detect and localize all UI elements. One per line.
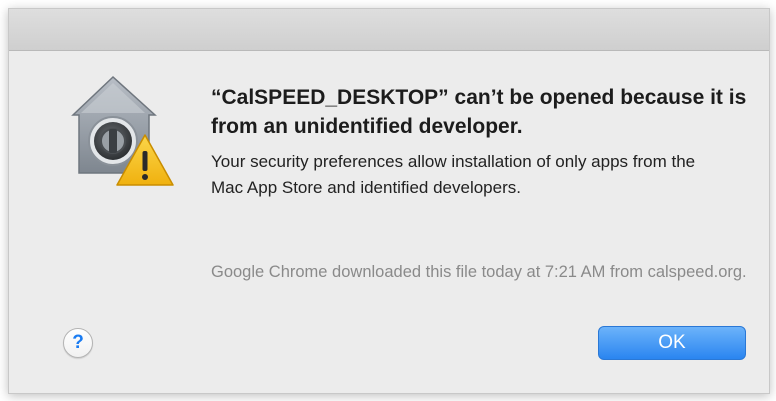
dialog-title: “CalSPEED_DESKTOP” can’t be opened becau… <box>211 86 747 138</box>
help-button[interactable]: ? <box>63 328 93 358</box>
dialog-message: Your security preferences allow installa… <box>211 152 696 197</box>
dialog-titlebar <box>9 9 769 51</box>
gatekeeper-warning-icon <box>65 73 177 193</box>
download-source-note: Google Chrome downloaded this file today… <box>211 263 747 281</box>
alert-dialog: “CalSPEED_DESKTOP” can’t be opened becau… <box>8 8 770 394</box>
ok-button[interactable]: OK <box>598 326 746 360</box>
